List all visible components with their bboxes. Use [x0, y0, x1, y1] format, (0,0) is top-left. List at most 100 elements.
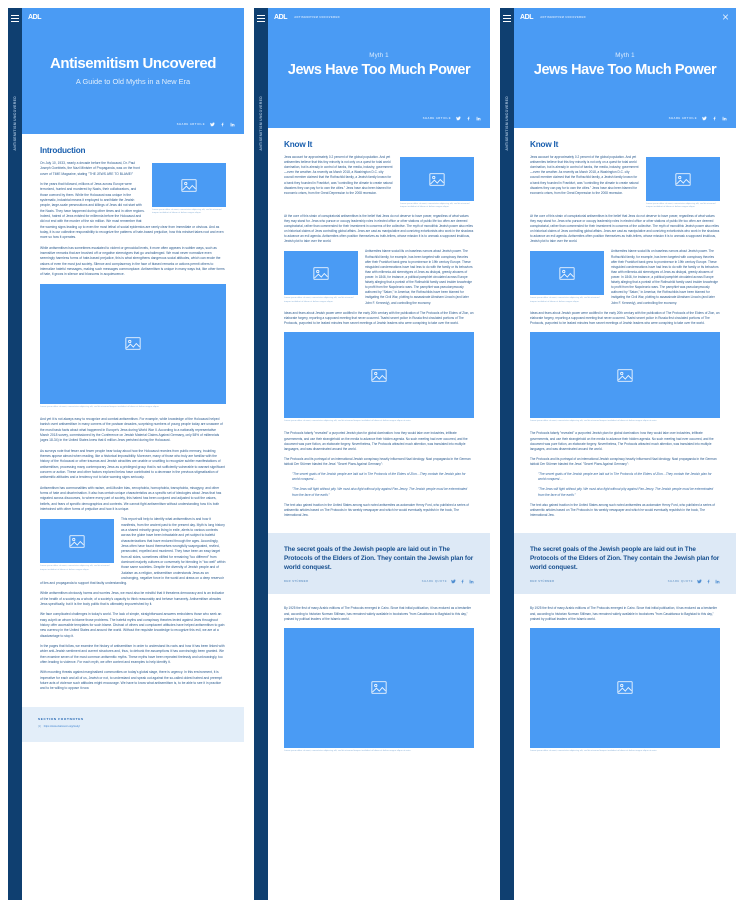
figure-caption: Lorem ipsum dolor sit amet, consectetur … [284, 420, 411, 422]
article-body: Introduction Lorem ipsum dolor sit amet,… [22, 134, 244, 707]
page-title: Jews Have Too Much Power [287, 62, 471, 78]
sidebar-vertical-label: Antisemitism Uncovered [505, 96, 509, 151]
section-heading: Know It [530, 140, 559, 149]
paragraph: Ideas and fears about Jewish power were … [284, 310, 474, 325]
brand-subtitle: Antisemitism Uncovered [294, 15, 340, 19]
paragraph: While antisemitism has sometimes escalat… [40, 245, 225, 277]
figure-full: Lorem ipsum dolor sit amet, consectetur … [530, 627, 720, 753]
linkedin-icon[interactable] [469, 579, 474, 584]
quote-share-row: Share Quote [668, 579, 720, 584]
facebook-icon[interactable] [220, 122, 225, 127]
figure-caption: Lorem ipsum dolor sit amet, consectetur … [400, 203, 470, 209]
left-sidebar[interactable]: Antisemitism Uncovered [254, 8, 268, 900]
figure-left: Lorem ipsum dolor sit amet, consectetur … [284, 251, 358, 304]
top-bar: ADL [22, 8, 244, 26]
twitter-icon[interactable] [697, 579, 702, 584]
menu-icon[interactable] [11, 15, 19, 22]
figure-caption: Lorem ipsum dolor sit amet, consectetur … [284, 749, 411, 752]
adl-logo[interactable]: ADL [274, 14, 288, 21]
paragraph: The Protocols falsely "revealed" a purpo… [284, 431, 468, 451]
twitter-icon[interactable] [451, 579, 456, 584]
paragraph: With mounting threats against marginaliz… [40, 670, 223, 691]
paragraph: Antisemitism has commonalities with raci… [40, 485, 222, 511]
facebook-icon[interactable] [460, 579, 465, 584]
pull-quote: The secret goals of the Jewish people ar… [268, 533, 490, 595]
figure-full: Lorem ipsum dolor sit amet, consectetur … [40, 283, 226, 409]
pull-quote-meta: Der Stürmer Share Quote [530, 579, 720, 584]
image-placeholder [284, 332, 474, 418]
pull-quote-text: The secret goals of the Jewish people ar… [284, 546, 474, 572]
sidebar-vertical-label: Antisemitism Uncovered [13, 96, 17, 151]
share-quote-label: Share Quote [667, 580, 693, 584]
figure-caption: Lorem ipsum dolor sit amet, consectetur … [40, 565, 110, 571]
panel-content: ADL Antisemitism Uncovered Myth 1 Jews H… [514, 8, 736, 900]
facebook-icon[interactable] [706, 579, 711, 584]
sidebar-vertical-label: Antisemitism Uncovered [259, 96, 263, 151]
menu-icon[interactable] [503, 15, 511, 22]
menu-icon[interactable] [257, 15, 265, 22]
panel-intro: Antisemitism Uncovered ADL Antisemitism … [8, 8, 244, 900]
pull-quote-source: Der Stürmer [530, 580, 555, 584]
figure-caption: Lorem ipsum dolor sit amet, consectetur … [284, 297, 354, 303]
image-placeholder [400, 157, 474, 201]
twitter-icon[interactable] [702, 116, 707, 121]
share-label: Share Article [176, 123, 205, 126]
image-icon [371, 368, 387, 382]
paragraph: In the pages that follow, we examine the… [40, 644, 225, 665]
image-icon [125, 337, 141, 350]
section-heading: Know It [284, 140, 313, 149]
figure-full: Lorem ipsum dolor sit amet, consectetur … [530, 332, 720, 423]
footnote-number: [1] [38, 724, 41, 728]
section-footnotes: Section Footnotes [1] https://www.claims… [22, 706, 244, 742]
image-placeholder [284, 251, 358, 296]
quote-share-row: Share Quote [422, 579, 474, 584]
footnote-link[interactable]: https://www.claimscon.org/study/ [44, 725, 80, 728]
twitter-icon[interactable] [210, 122, 215, 127]
block-quote: "The Jews will fight without pity. We mu… [292, 487, 468, 497]
paragraph: The Protocols falsely "revealed" a purpo… [530, 431, 714, 451]
image-placeholder [530, 627, 720, 748]
linkedin-icon[interactable] [476, 116, 481, 121]
footnotes-title: Section Footnotes [38, 716, 84, 721]
paragraph: The Protocols and its portrayal of an in… [530, 456, 717, 466]
image-icon [617, 368, 633, 382]
left-sidebar[interactable]: Antisemitism Uncovered [8, 8, 22, 900]
paragraph: At the core of this strain of conspirato… [530, 213, 720, 244]
linkedin-icon[interactable] [230, 122, 235, 127]
page-title: Antisemitism Uncovered [50, 55, 216, 72]
article-body: Know It Lorem ipsum dolor sit amet, cons… [268, 128, 490, 533]
paragraph: The Protocols and its portrayal of an in… [284, 456, 471, 466]
article-body-closing: By 1925 the first of many Arabic edition… [268, 594, 490, 771]
share-label: Share Article [668, 117, 697, 120]
figure-full: Lorem ipsum dolor sit amet, consectetur … [284, 627, 474, 753]
adl-logo[interactable]: ADL [520, 14, 534, 21]
image-icon [313, 267, 329, 280]
figure-caption: Lorem ipsum dolor sit amet, consectetur … [646, 203, 716, 209]
twitter-icon[interactable] [456, 116, 461, 121]
facebook-icon[interactable] [712, 116, 717, 121]
linkedin-icon[interactable] [722, 116, 727, 121]
figure-caption: Lorem ipsum dolor sit amet, consectetur … [152, 209, 222, 215]
image-placeholder [284, 627, 474, 748]
block-quote: "The secret goals of the Jewish people a… [538, 472, 712, 482]
article-body-closing: By 1925 the first of many Arabic edition… [514, 594, 736, 771]
facebook-icon[interactable] [466, 116, 471, 121]
pull-quote-meta: Der Stürmer Share Quote [284, 579, 474, 584]
left-sidebar[interactable]: Antisemitism Uncovered [500, 8, 514, 900]
linkedin-icon[interactable] [715, 579, 720, 584]
figure-full: Lorem ipsum dolor sit amet, consectetur … [284, 332, 474, 423]
image-placeholder [40, 519, 114, 564]
adl-logo[interactable]: ADL [28, 14, 42, 21]
figure-left: Lorem ipsum dolor sit amet, consectetur … [40, 519, 114, 572]
panel-content: ADL Antisemitism Uncovered A Guide to Ol… [22, 8, 244, 900]
image-placeholder [152, 163, 226, 207]
image-placeholder [530, 251, 604, 296]
hero-banner: Antisemitism Uncovered A Guide to Old My… [22, 26, 244, 134]
share-row: Share Article [423, 116, 481, 121]
close-icon[interactable] [722, 14, 729, 21]
block-quote: "The secret goals of the Jewish people a… [292, 472, 466, 482]
panel-content: ADL Antisemitism Uncovered Myth 1 Jews H… [268, 8, 490, 900]
hero-banner: Myth 1 Jews Have Too Much Power Share Ar… [514, 26, 736, 128]
paragraph: As surveys note that fewer and fewer peo… [40, 448, 225, 480]
paragraph: While antisemitism obviously harms and w… [40, 591, 225, 607]
